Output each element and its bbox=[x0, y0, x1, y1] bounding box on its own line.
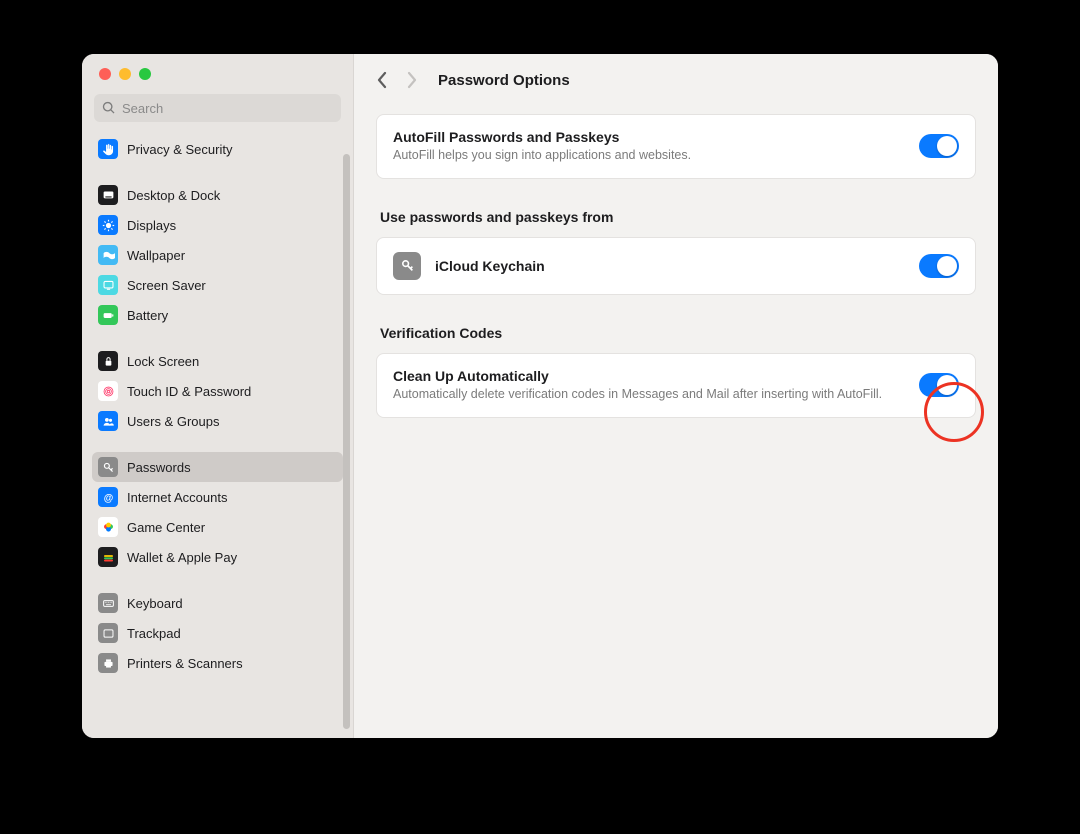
card-subtitle: Automatically delete verification codes … bbox=[393, 386, 905, 403]
search-icon bbox=[102, 101, 116, 115]
game-center-icon bbox=[98, 517, 118, 537]
sidebar-nav[interactable]: Privacy & Security Desktop & Dock Displa… bbox=[82, 128, 353, 738]
card-subtitle: AutoFill helps you sign into application… bbox=[393, 147, 905, 164]
sidebar-item-game-center[interactable]: Game Center bbox=[92, 512, 343, 542]
sidebar: Privacy & Security Desktop & Dock Displa… bbox=[82, 54, 354, 738]
sidebar-search[interactable] bbox=[94, 94, 341, 122]
hand-privacy-icon bbox=[98, 139, 118, 159]
back-button[interactable] bbox=[372, 66, 394, 94]
sidebar-item-label: Wallet & Apple Pay bbox=[127, 550, 237, 565]
card-autofill-passwords: AutoFill Passwords and Passkeys AutoFill… bbox=[376, 114, 976, 179]
card-title: AutoFill Passwords and Passkeys bbox=[393, 129, 905, 145]
trackpad-icon bbox=[98, 623, 118, 643]
lock-screen-icon bbox=[98, 351, 118, 371]
sidebar-item-privacy-security[interactable]: Privacy & Security bbox=[92, 134, 343, 164]
sidebar-item-printers-scanners[interactable]: Printers & Scanners bbox=[92, 648, 343, 678]
dock-icon bbox=[98, 185, 118, 205]
key-icon bbox=[393, 252, 421, 280]
sidebar-item-internet-accounts[interactable]: @ Internet Accounts bbox=[92, 482, 343, 512]
sidebar-item-label: Desktop & Dock bbox=[127, 188, 220, 203]
sidebar-item-label: Game Center bbox=[127, 520, 205, 535]
sidebar-item-label: Screen Saver bbox=[127, 278, 206, 293]
sidebar-item-label: Wallpaper bbox=[127, 248, 185, 263]
sidebar-item-desktop-dock[interactable]: Desktop & Dock bbox=[92, 180, 343, 210]
sidebar-item-label: Printers & Scanners bbox=[127, 656, 243, 671]
sidebar-item-label: Privacy & Security bbox=[127, 142, 232, 157]
sidebar-item-label: Passwords bbox=[127, 460, 191, 475]
search-input[interactable] bbox=[122, 101, 333, 116]
svg-text:@: @ bbox=[103, 492, 113, 503]
screen-saver-icon bbox=[98, 275, 118, 295]
sidebar-item-label: Keyboard bbox=[127, 596, 183, 611]
sidebar-item-keyboard[interactable]: Keyboard bbox=[92, 588, 343, 618]
main-content: Password Options AutoFill Passwords and … bbox=[354, 54, 998, 738]
keyboard-icon bbox=[98, 593, 118, 613]
section-sources-label: Use passwords and passkeys from bbox=[380, 209, 976, 225]
sidebar-scrollbar[interactable] bbox=[343, 154, 350, 729]
printer-icon bbox=[98, 653, 118, 673]
sidebar-item-wallpaper[interactable]: Wallpaper bbox=[92, 240, 343, 270]
card-icloud-keychain: iCloud Keychain bbox=[376, 237, 976, 295]
card-title: iCloud Keychain bbox=[435, 258, 905, 274]
toolbar: Password Options bbox=[354, 54, 998, 106]
touch-id-icon bbox=[98, 381, 118, 401]
sidebar-item-label: Displays bbox=[127, 218, 176, 233]
window-minimize-button[interactable] bbox=[119, 68, 131, 80]
toggle-autofill-passwords[interactable] bbox=[919, 134, 959, 158]
sidebar-item-passwords[interactable]: Passwords bbox=[92, 452, 343, 482]
system-settings-window: Privacy & Security Desktop & Dock Displa… bbox=[82, 54, 998, 738]
sidebar-item-lock-screen[interactable]: Lock Screen bbox=[92, 346, 343, 376]
page-title: Password Options bbox=[438, 72, 570, 89]
sidebar-item-trackpad[interactable]: Trackpad bbox=[92, 618, 343, 648]
sidebar-item-displays[interactable]: Displays bbox=[92, 210, 343, 240]
window-zoom-button[interactable] bbox=[139, 68, 151, 80]
toggle-cleanup-automatically[interactable] bbox=[919, 373, 959, 397]
forward-button[interactable] bbox=[400, 66, 422, 94]
sidebar-item-screen-saver[interactable]: Screen Saver bbox=[92, 270, 343, 300]
window-controls bbox=[82, 54, 353, 80]
sidebar-item-label: Battery bbox=[127, 308, 168, 323]
at-sign-icon: @ bbox=[98, 487, 118, 507]
sidebar-item-touch-id-password[interactable]: Touch ID & Password bbox=[92, 376, 343, 406]
sidebar-item-label: Lock Screen bbox=[127, 354, 199, 369]
key-icon bbox=[98, 457, 118, 477]
sidebar-item-wallet-apple-pay[interactable]: Wallet & Apple Pay bbox=[92, 542, 343, 572]
section-verification-label: Verification Codes bbox=[380, 325, 976, 341]
card-title: Clean Up Automatically bbox=[393, 368, 905, 384]
sidebar-item-battery[interactable]: Battery bbox=[92, 300, 343, 330]
battery-icon bbox=[98, 305, 118, 325]
wallet-icon bbox=[98, 547, 118, 567]
toggle-icloud-keychain[interactable] bbox=[919, 254, 959, 278]
displays-icon bbox=[98, 215, 118, 235]
sidebar-item-label: Internet Accounts bbox=[127, 490, 227, 505]
sidebar-item-users-groups[interactable]: Users & Groups bbox=[92, 406, 343, 436]
users-icon bbox=[98, 411, 118, 431]
sidebar-item-label: Users & Groups bbox=[127, 414, 219, 429]
sidebar-item-label: Touch ID & Password bbox=[127, 384, 251, 399]
window-close-button[interactable] bbox=[99, 68, 111, 80]
wallpaper-icon bbox=[98, 245, 118, 265]
card-cleanup-automatically: Clean Up Automatically Automatically del… bbox=[376, 353, 976, 418]
sidebar-item-label: Trackpad bbox=[127, 626, 181, 641]
